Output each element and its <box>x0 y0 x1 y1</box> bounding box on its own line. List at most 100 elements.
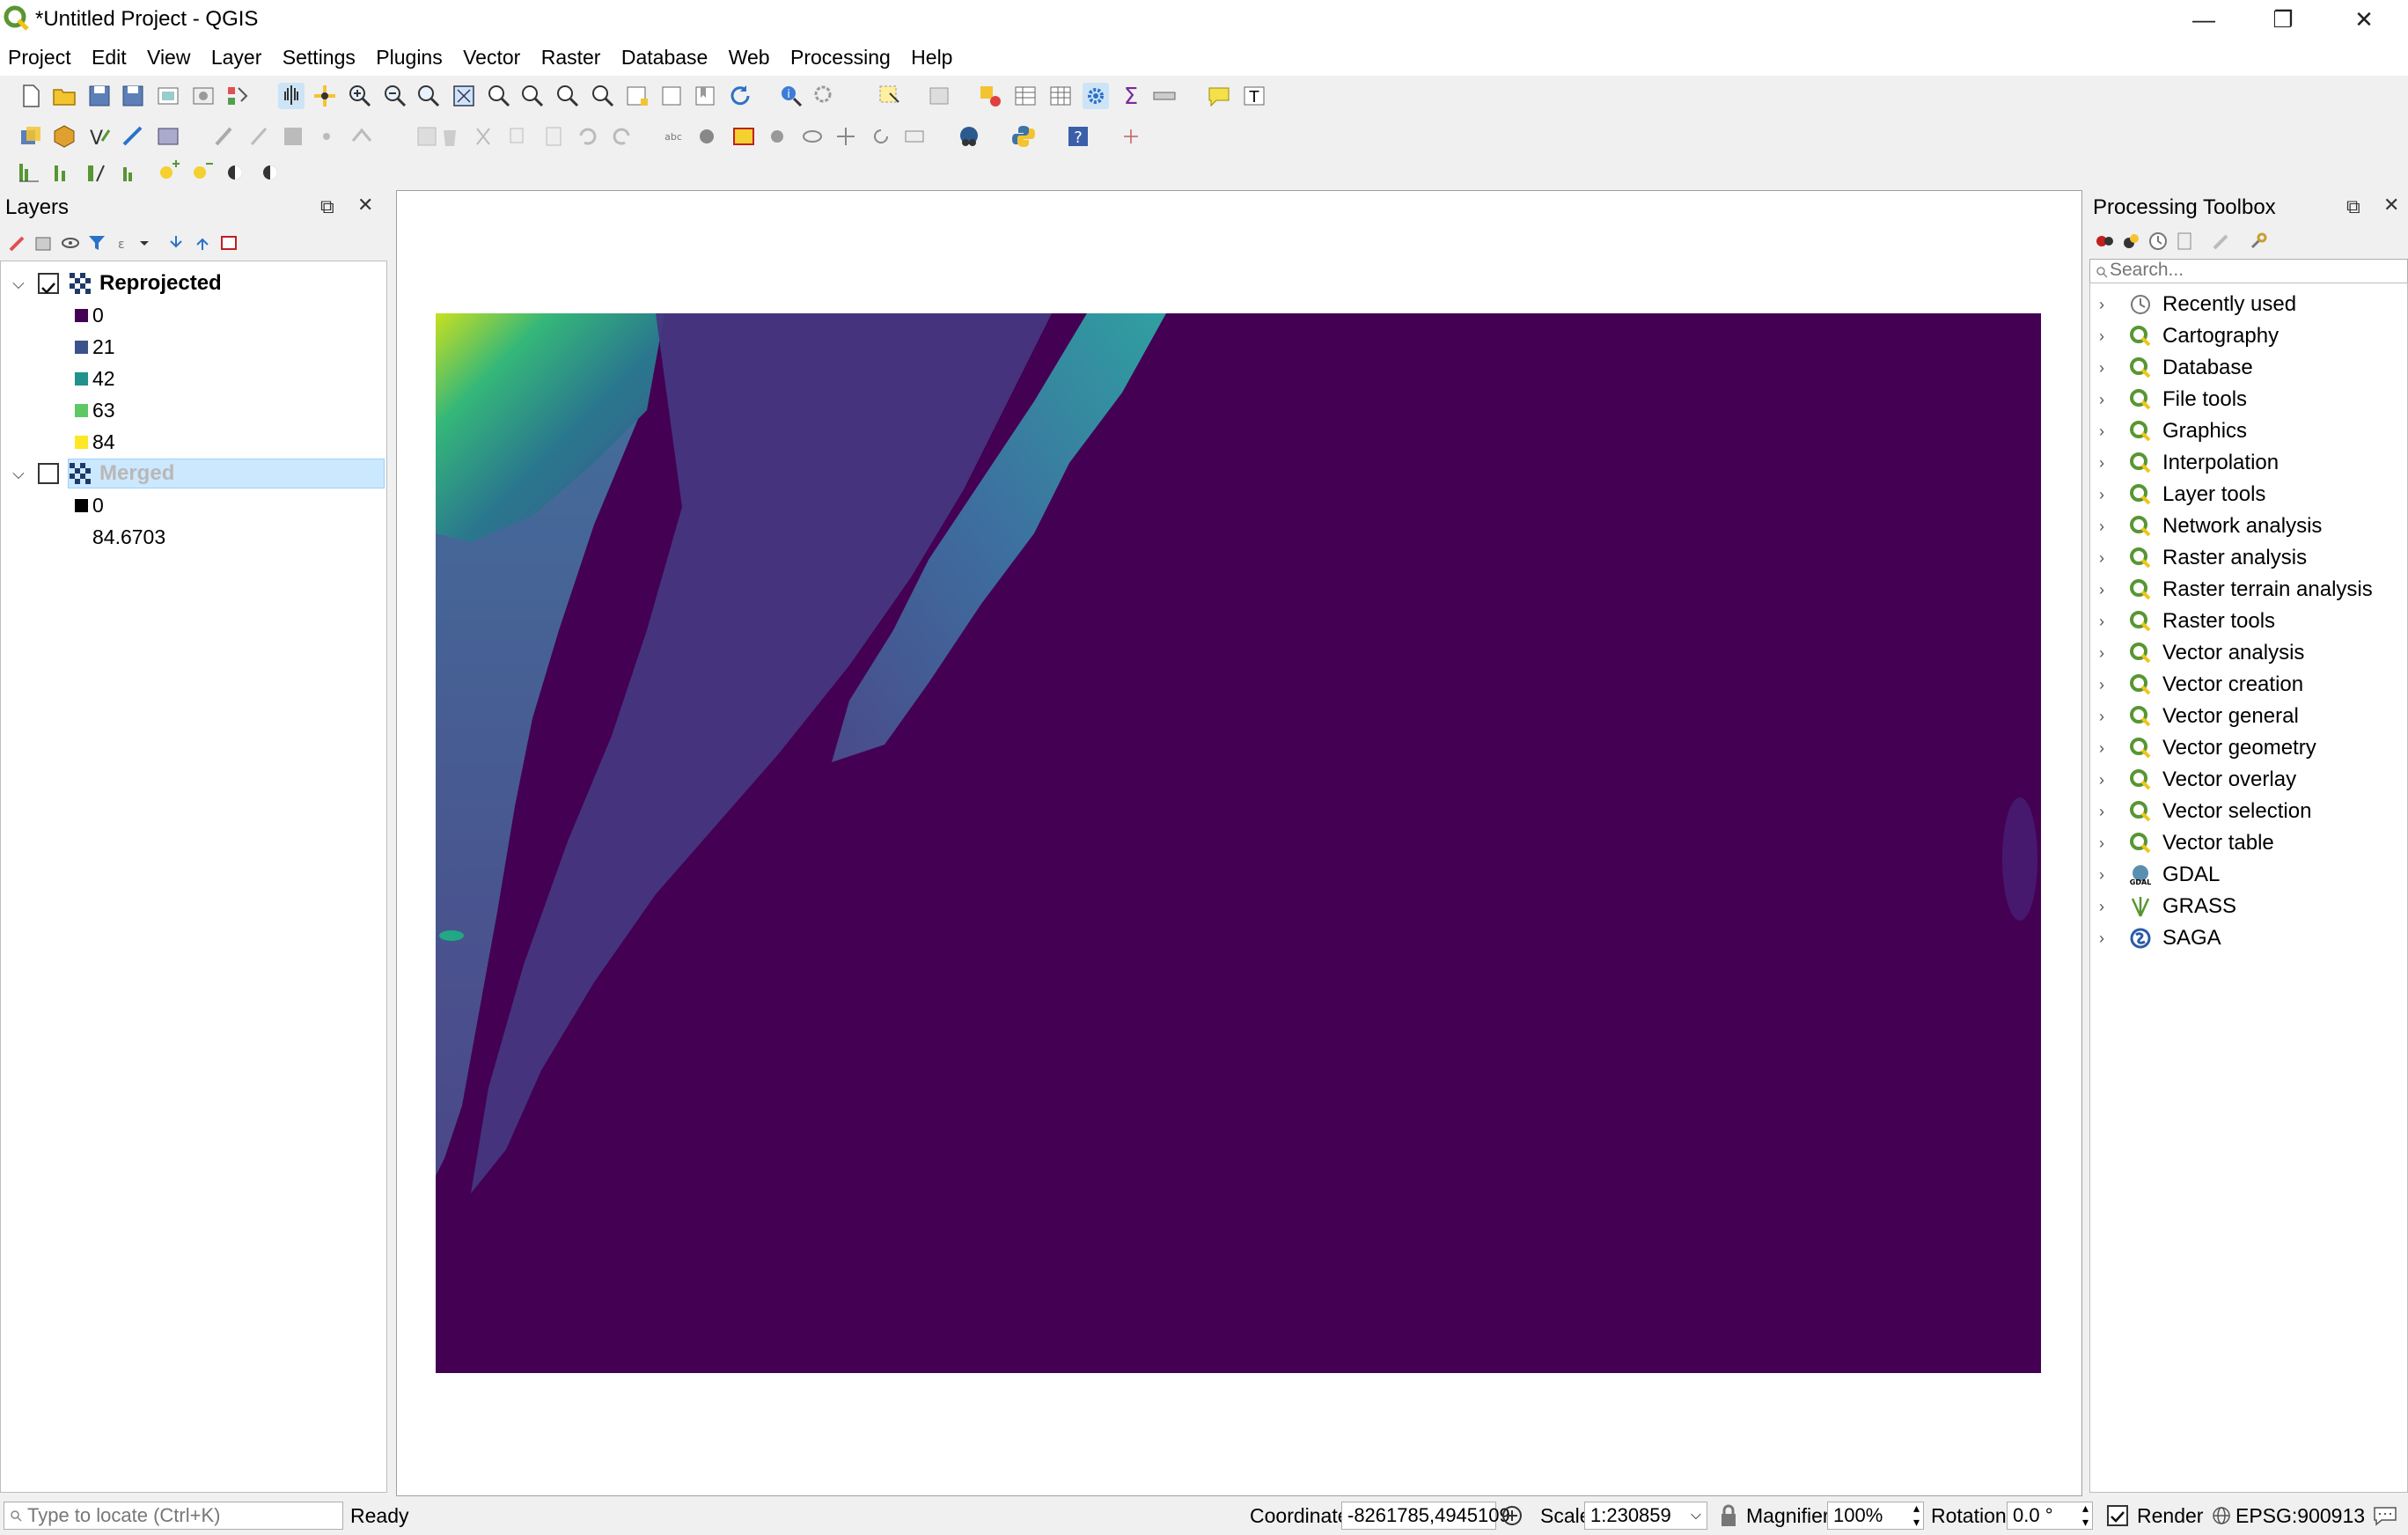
menu-help[interactable]: Help <box>911 39 952 76</box>
expand-chevron-icon[interactable]: › <box>2099 352 2104 384</box>
add-delimited-text-icon[interactable] <box>120 123 146 150</box>
cut-features-icon[interactable] <box>470 123 496 150</box>
magnifier-spinbox[interactable]: 100% ▴ ▾ <box>1827 1501 1924 1530</box>
decrease-brightness-icon[interactable] <box>188 158 215 185</box>
zoom-full-icon[interactable] <box>451 83 477 109</box>
expand-chevron-icon[interactable]: › <box>2099 922 2104 954</box>
pin-labels-icon[interactable] <box>764 123 790 150</box>
open-project-icon[interactable] <box>51 83 77 109</box>
zoom-rubberband-icon[interactable] <box>415 83 442 109</box>
save-project-icon[interactable] <box>86 83 113 109</box>
zoom-out-icon[interactable] <box>382 83 408 109</box>
paste-features-icon[interactable] <box>540 123 567 150</box>
expand-chevron-icon[interactable]: › <box>2099 859 2104 891</box>
expand-chevron-icon[interactable]: › <box>2099 542 2104 574</box>
toolbox-group-gdal[interactable]: › GDAL GDAL <box>2090 859 2407 891</box>
whats-this-help-icon[interactable]: ? <box>1065 123 1091 150</box>
zoom-last-icon[interactable] <box>590 83 616 109</box>
crs-label[interactable]: EPSG:900913 <box>2235 1502 2365 1530</box>
edit-features-in-place-icon[interactable] <box>2211 231 2232 252</box>
expand-chevron-icon[interactable]: › <box>2099 384 2104 415</box>
redo-icon[interactable] <box>609 123 635 150</box>
menu-settings[interactable]: Settings <box>283 39 356 76</box>
toggle-extents-icon[interactable] <box>1500 1503 1524 1528</box>
move-label-icon[interactable] <box>833 123 859 150</box>
lock-scale-icon[interactable] <box>1718 1503 1739 1528</box>
refresh-icon[interactable] <box>727 83 753 109</box>
text-annotation-icon[interactable]: T <box>1241 83 1267 109</box>
map-canvas[interactable] <box>396 190 2082 1496</box>
add-point-icon[interactable] <box>1118 123 1144 150</box>
current-edits-icon[interactable] <box>211 123 238 150</box>
float-panel-icon[interactable]: ⧉ <box>320 195 334 218</box>
show-bookmarks-icon[interactable] <box>692 83 718 109</box>
toolbox-group-database[interactable]: › Database <box>2090 352 2407 384</box>
toolbox-group-interpolation[interactable]: › Interpolation <box>2090 447 2407 479</box>
layer-visibility-checkbox[interactable] <box>38 463 59 484</box>
manage-themes-icon[interactable] <box>60 232 81 253</box>
filter-expression-icon[interactable]: ε <box>114 232 136 253</box>
menu-project[interactable]: Project <box>8 39 71 76</box>
layer-reprojected[interactable]: ⌵ Reprojected <box>1 268 386 298</box>
change-label-icon[interactable] <box>901 123 928 150</box>
zoom-to-selection-icon[interactable] <box>486 83 512 109</box>
add-wms-icon[interactable] <box>155 123 181 150</box>
toolbox-search-input[interactable] <box>2110 261 2400 280</box>
toolbox-group-vector-selection[interactable]: › Vector selection <box>2090 796 2407 827</box>
expand-chevron-icon[interactable]: › <box>2099 891 2104 922</box>
toggle-editing-icon[interactable] <box>245 123 271 150</box>
attribute-table-icon[interactable] <box>1012 83 1039 109</box>
increase-contrast-icon[interactable] <box>224 158 250 185</box>
menu-view[interactable]: View <box>147 39 190 76</box>
layer-labeling-icon[interactable]: abc <box>660 123 686 150</box>
processing-toolbox-icon[interactable] <box>1083 83 1109 109</box>
chevron-down-icon[interactable]: ⌵ <box>1691 1502 1701 1529</box>
expand-all-icon[interactable] <box>165 232 187 253</box>
results-viewer-icon[interactable] <box>2174 231 2195 252</box>
stretch-local-icon[interactable] <box>120 158 146 185</box>
menu-database[interactable]: Database <box>621 39 708 76</box>
expand-chevron-icon[interactable]: › <box>2099 669 2104 701</box>
decrease-contrast-icon[interactable] <box>259 158 285 185</box>
expand-chevron-icon[interactable]: › <box>2099 320 2104 352</box>
zoom-native-icon[interactable] <box>554 83 581 109</box>
scale-combobox[interactable]: 1:230859 ⌵ <box>1584 1502 1707 1530</box>
chevron-down-icon[interactable] <box>137 236 151 250</box>
render-checkbox[interactable] <box>2107 1505 2128 1526</box>
toolbox-search-field[interactable] <box>2089 259 2408 283</box>
run-action-icon[interactable] <box>811 83 838 109</box>
locator-search-field[interactable]: Type to locate (Ctrl+K) <box>4 1502 343 1530</box>
collapse-chevron-icon[interactable]: ⌵ <box>8 459 29 488</box>
restore-button[interactable]: ❐ <box>2244 0 2322 39</box>
identify-features-icon[interactable]: i <box>778 83 804 109</box>
expand-chevron-icon[interactable]: › <box>2099 637 2104 669</box>
expand-chevron-icon[interactable]: › <box>2099 289 2104 320</box>
expand-chevron-icon[interactable]: › <box>2099 764 2104 796</box>
save-as-icon[interactable] <box>120 83 146 109</box>
toolbox-group-layer-tools[interactable]: › Layer tools <box>2090 479 2407 510</box>
field-calculator-icon[interactable] <box>1047 83 1074 109</box>
measure-line-icon[interactable] <box>1151 83 1178 109</box>
expand-chevron-icon[interactable]: › <box>2099 732 2104 764</box>
menu-raster[interactable]: Raster <box>541 39 601 76</box>
toolbox-group-vector-geometry[interactable]: › Vector geometry <box>2090 732 2407 764</box>
raster-histogram-icon[interactable] <box>16 158 42 185</box>
new-map-view-icon[interactable] <box>623 83 650 109</box>
close-panel-icon[interactable]: ✕ <box>2383 194 2399 217</box>
expand-chevron-icon[interactable]: › <box>2099 796 2104 827</box>
rotation-spinbox[interactable]: 0.0 ° ▴ ▾ <box>2007 1501 2093 1530</box>
menu-web[interactable]: Web <box>729 39 770 76</box>
pan-to-selection-icon[interactable] <box>312 83 338 109</box>
toolbox-group-vector-general[interactable]: › Vector general <box>2090 701 2407 732</box>
layer-merged[interactable]: ⌵ Merged <box>1 459 386 488</box>
vertex-tool-icon[interactable] <box>349 123 375 150</box>
close-panel-icon[interactable]: ✕ <box>357 194 373 217</box>
local-histogram-icon[interactable] <box>51 158 77 185</box>
expand-chevron-icon[interactable]: › <box>2099 827 2104 859</box>
messages-icon[interactable] <box>2373 1505 2397 1526</box>
options-wrench-icon[interactable] <box>2248 231 2269 252</box>
toolbox-group-vector-creation[interactable]: › Vector creation <box>2090 669 2407 701</box>
coordinate-field[interactable]: -8261785,4945109 <box>1341 1502 1510 1530</box>
layer-diagram-icon[interactable] <box>695 123 722 150</box>
toolbox-group-cartography[interactable]: › Cartography <box>2090 320 2407 352</box>
